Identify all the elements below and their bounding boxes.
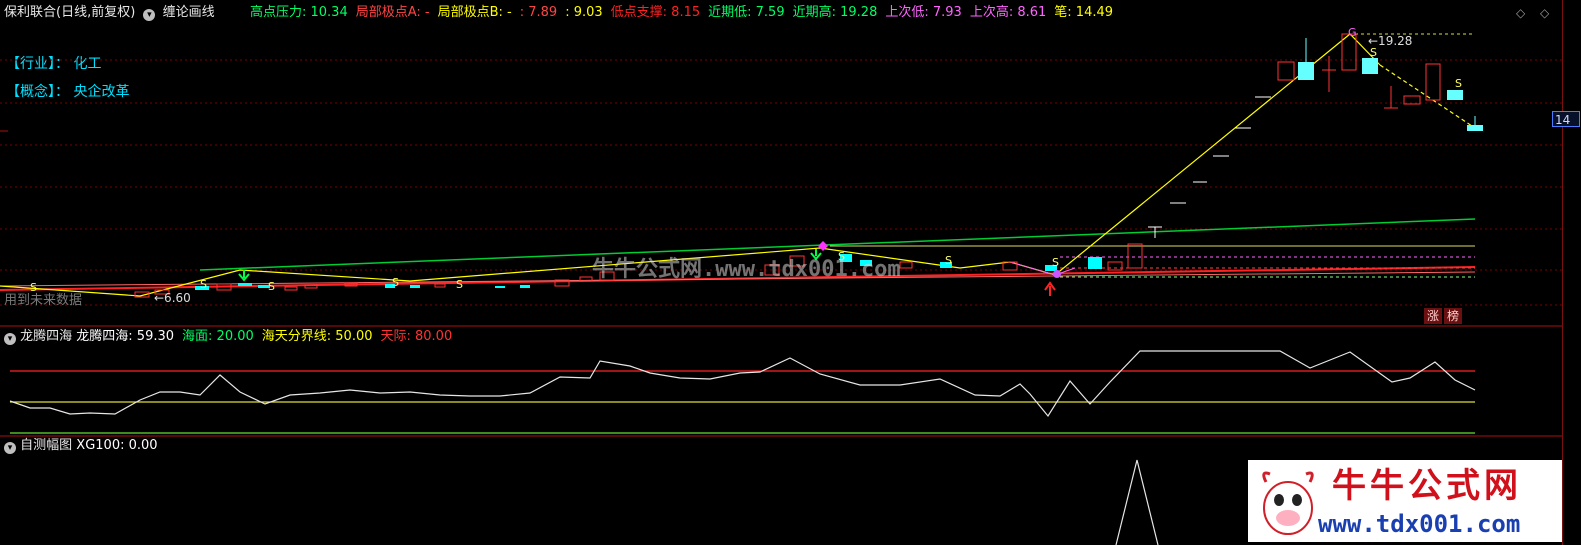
logo-url: www.tdx001.com (1318, 510, 1521, 538)
site-logo: 牛牛公式网 www.tdx001.com (1248, 460, 1562, 542)
price-axis (1562, 0, 1581, 545)
xg100-line (1115, 459, 1159, 545)
logo-title: 牛牛公式网 (1332, 466, 1522, 506)
